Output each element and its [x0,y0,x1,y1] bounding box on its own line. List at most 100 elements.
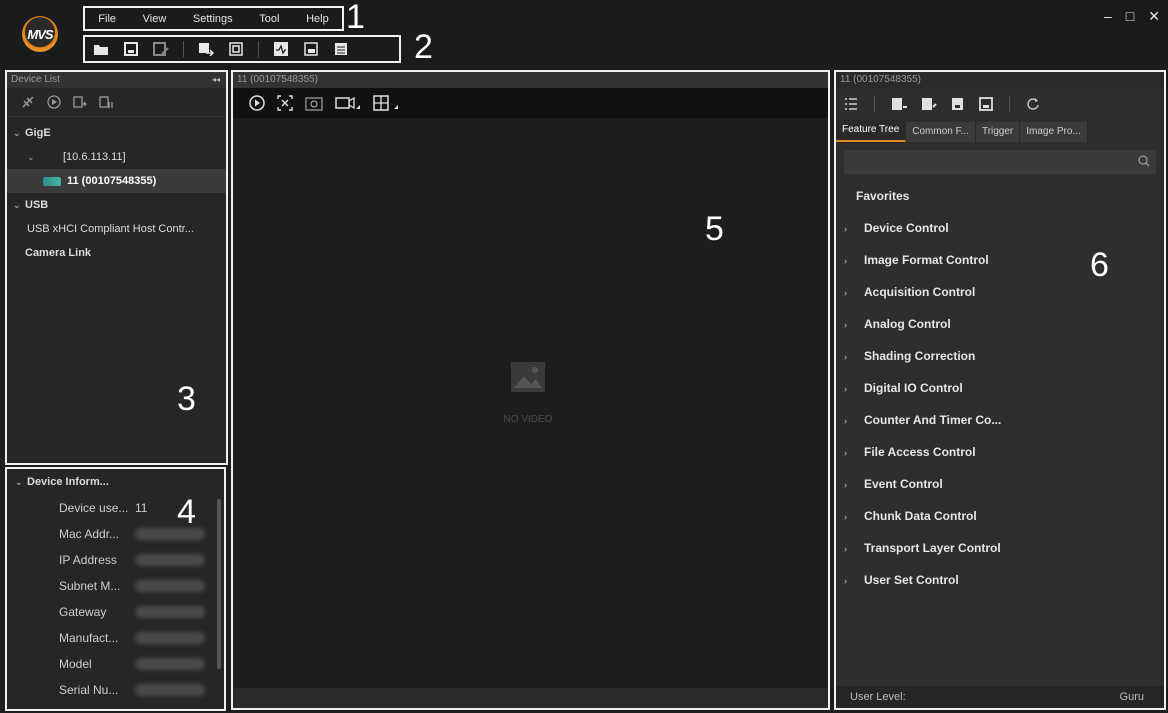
user-level-value[interactable]: Guru [1120,686,1144,708]
chevron-right-icon[interactable]: › [844,565,864,597]
info-row: Manufact... [7,625,224,651]
maximize-button[interactable]: □ [1126,8,1134,25]
tab-common-features[interactable]: Common F... [906,122,976,142]
tab-feature-tree[interactable]: Feature Tree [836,120,907,142]
chevron-right-icon[interactable]: › [844,533,864,565]
menu-settings[interactable]: Settings [193,13,233,25]
feature-item[interactable]: › Event Control [836,468,1164,500]
close-button[interactable]: ✕ [1148,8,1160,25]
chevron-down-icon[interactable]: ⌄ [13,121,25,145]
window-controls: – □ ✕ [1104,8,1160,25]
chevron-right-icon[interactable]: › [844,277,864,309]
play-icon[interactable] [249,95,265,111]
feature-item[interactable]: › Digital IO Control [836,372,1164,404]
waveform-icon[interactable] [271,39,291,59]
menu-tool[interactable]: Tool [259,13,279,25]
export-params-icon[interactable] [921,97,937,111]
info-label: Subnet M... [59,579,121,593]
tab-trigger[interactable]: Trigger [975,122,1021,142]
feature-item[interactable]: › Acquisition Control [836,276,1164,308]
callout-4: 4 [177,493,196,531]
stop-capture-icon[interactable] [277,95,293,111]
grid-layout-icon[interactable] [373,95,399,111]
forward-icon[interactable] [73,95,87,109]
chevron-down-icon[interactable]: ⌄ [13,193,25,217]
tree-item-camera[interactable]: 11 (00107548355) [7,169,226,193]
device-info-panel: ⌄ Device Inform... Device use... 11 Mac Ad… [5,467,226,711]
menu-view[interactable]: View [143,13,167,25]
tab-image-processing[interactable]: Image Pro... [1020,122,1088,142]
feature-label: Device Control [864,221,949,235]
tree-item-usb-controller[interactable]: USB xHCI Compliant Host Contr... [7,217,226,241]
tree-item-camera-link[interactable]: Camera Link [7,241,226,265]
info-label: Mac Addr... [59,527,120,541]
feature-label: Image Format Control [864,253,989,267]
display-icon[interactable] [301,39,321,59]
import-params-icon[interactable] [891,97,907,111]
feature-item[interactable]: › Transport Layer Control [836,532,1164,564]
menu-bar: File View Settings Tool Help [83,6,344,31]
feature-favorites[interactable]: Favorites [836,180,1164,212]
chevron-right-icon[interactable]: › [844,501,864,533]
log-icon[interactable] [331,39,351,59]
chevron-right-icon[interactable]: › [844,437,864,469]
menu-help[interactable]: Help [306,13,329,25]
disconnect-icon[interactable] [21,95,35,109]
chevron-right-icon[interactable]: › [844,373,864,405]
callout-6: 6 [1090,246,1109,284]
export-icon[interactable] [226,39,246,59]
tree-item-gige[interactable]: ⌄ GigE [7,121,226,145]
search-icon[interactable] [1138,155,1150,167]
save-icon[interactable] [121,39,141,59]
pause-icon[interactable] [99,95,113,109]
scrollbar[interactable] [217,499,221,669]
device-list-panel: Device List ◂◂ ⌄ GigE ⌄ [10.6.113.11] 11 (… [5,70,228,465]
feature-item[interactable]: › Device Control [836,212,1164,244]
feature-item[interactable]: › User Set Control [836,564,1164,596]
collapse-panel-icon[interactable]: ◂◂ [212,72,226,88]
device-list-header: Device List ◂◂ [7,72,226,88]
record-icon[interactable] [335,95,361,111]
section-label: Device Inform... [27,476,109,488]
load-params-icon[interactable] [951,97,965,111]
properties-title: 11 (00107548355) [836,72,1164,88]
chevron-right-icon[interactable]: › [844,341,864,373]
feature-label: Event Control [864,477,943,491]
feature-item[interactable]: › Image Format Control [836,244,1164,276]
feature-item[interactable]: › Analog Control [836,308,1164,340]
minimize-button[interactable]: – [1104,8,1112,25]
callout-2: 2 [414,28,433,66]
list-icon[interactable] [844,97,858,111]
feature-search-input[interactable] [844,150,1156,174]
chevron-right-icon[interactable]: › [844,405,864,437]
tree-item-label: 11 (00107548355) [67,175,157,187]
tree-item-ip[interactable]: ⌄ [10.6.113.11] [7,145,226,169]
feature-item[interactable]: › Chunk Data Control [836,500,1164,532]
feature-item[interactable]: › Counter And Timer Co... [836,404,1164,436]
chevron-right-icon[interactable]: › [844,213,864,245]
chevron-right-icon[interactable]: › [844,309,864,341]
chevron-down-icon[interactable]: ⌄ [15,469,27,495]
device-info-section[interactable]: ⌄ Device Inform... [7,469,224,495]
preview-status-bar [233,688,828,708]
feature-item[interactable]: › Shading Correction [836,340,1164,372]
save-as-icon[interactable] [151,39,171,59]
chevron-right-icon[interactable]: › [844,245,864,277]
tree-item-label: [10.6.113.11] [63,151,126,163]
chevron-down-icon[interactable]: ⌄ [27,145,63,169]
open-folder-icon[interactable] [91,39,111,59]
snapshot-icon[interactable] [305,95,323,111]
import-icon[interactable] [196,39,216,59]
tree-item-usb[interactable]: ⌄ USB [7,193,226,217]
refresh-icon[interactable] [1026,97,1040,111]
feature-item[interactable]: › File Access Control [836,436,1164,468]
save-params-icon[interactable] [979,97,993,111]
menu-file[interactable]: File [98,13,116,25]
toolbar-separator [183,41,184,57]
feature-label: User Set Control [864,573,959,587]
play-icon[interactable] [47,95,61,109]
info-label: Serial Nu... [59,683,119,697]
chevron-right-icon[interactable]: › [844,469,864,501]
callout-5: 5 [705,210,724,248]
device-list-toolbar [7,88,226,117]
